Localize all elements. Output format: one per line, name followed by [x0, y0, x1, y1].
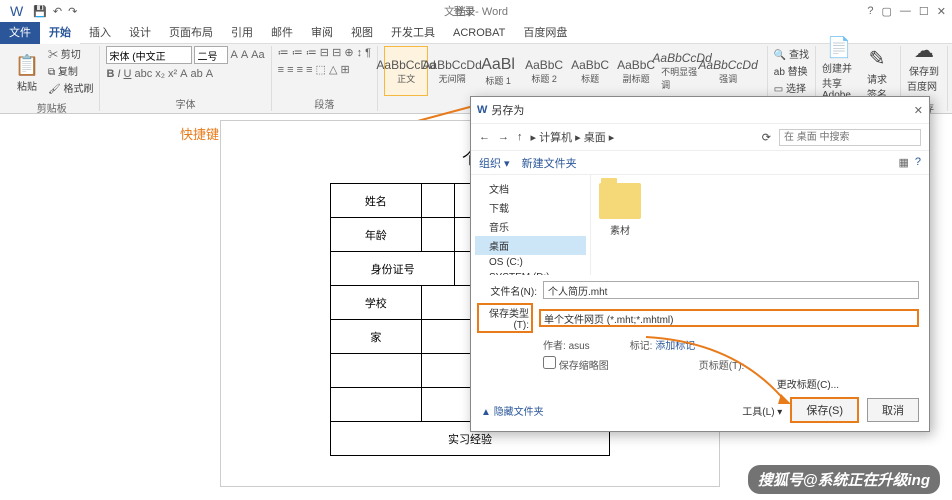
dialog-title: 另存为: [491, 102, 524, 118]
nav-up-icon[interactable]: ↑: [517, 131, 523, 143]
word-icon: W: [10, 3, 23, 19]
nav-fwd-icon[interactable]: →: [498, 131, 509, 143]
filetype-label: 保存类型(T):: [477, 303, 533, 333]
document-title: 文档1 - Word: [444, 3, 508, 19]
folder-icon: [599, 183, 641, 219]
tab-netdisk[interactable]: 百度网盘: [514, 22, 576, 44]
close-icon[interactable]: ✕: [937, 5, 946, 18]
save-button[interactable]: 保存(S): [790, 397, 859, 423]
find-button[interactable]: 🔍 查找: [774, 46, 809, 61]
new-folder-button[interactable]: 新建文件夹: [522, 155, 577, 171]
organize-menu[interactable]: 组织 ▾: [479, 155, 510, 171]
tab-insert[interactable]: 插入: [80, 22, 120, 44]
title-bar: W 💾 ↶ ↷ 文档1 - Word 登录 ? ▢ — ☐ ✕: [0, 0, 952, 22]
para-row2[interactable]: ≡ ≡ ≡ ≡ ⬚ △ ⊞: [278, 63, 350, 76]
watermark: 搜狐号@系统正在升级ing: [748, 465, 940, 494]
file-pane[interactable]: 素材: [591, 175, 929, 275]
help-icon[interactable]: ?: [915, 156, 921, 169]
refresh-icon[interactable]: ⟳: [762, 131, 771, 144]
group-para-label: 段落: [278, 96, 371, 111]
change-title-button[interactable]: 更改标题(C)...: [777, 376, 839, 391]
format-painter-button[interactable]: 🖌 格式刷: [48, 80, 93, 95]
ribbon-options-icon[interactable]: ▢: [881, 5, 891, 18]
para-row1[interactable]: ≔ ≔ ≔ ⊟ ⊟ ⊕ ↕ ¶: [278, 46, 371, 59]
copy-button[interactable]: ⧉ 复制: [48, 63, 93, 78]
replace-button[interactable]: ab 替换: [774, 63, 809, 78]
font-format-row[interactable]: B I U abc x₂ x² A ab A: [106, 68, 213, 80]
folder-item[interactable]: 素材: [599, 183, 641, 237]
filename-label: 文件名(N):: [481, 283, 537, 298]
undo-icon[interactable]: ↶: [53, 5, 62, 18]
thumbnail-checkbox[interactable]: 保存缩略图: [543, 356, 609, 372]
add-tag-link[interactable]: 添加标记: [655, 341, 695, 352]
tab-mail[interactable]: 邮件: [262, 22, 302, 44]
save-icon[interactable]: 💾: [33, 5, 47, 18]
minimize-icon[interactable]: —: [900, 5, 911, 18]
hide-folders-link[interactable]: ▲ 隐藏文件夹: [481, 403, 544, 418]
tab-dev[interactable]: 开发工具: [382, 22, 444, 44]
redo-icon[interactable]: ↷: [68, 5, 77, 18]
tab-references[interactable]: 引用: [222, 22, 262, 44]
font-size[interactable]: 二号: [194, 46, 228, 64]
tab-design[interactable]: 设计: [120, 22, 160, 44]
cut-button[interactable]: ✂ 剪切: [48, 46, 93, 61]
tools-menu[interactable]: 工具(L) ▾: [742, 403, 782, 418]
filetype-select[interactable]: 单个文件网页 (*.mht;*.mhtml): [539, 309, 919, 327]
view-icon[interactable]: ▦: [898, 156, 908, 169]
help-icon[interactable]: ?: [867, 5, 873, 18]
search-input[interactable]: [779, 129, 921, 146]
tab-file[interactable]: 文件: [0, 22, 40, 44]
filename-input[interactable]: 个人简历.mht: [543, 281, 919, 299]
maximize-icon[interactable]: ☐: [919, 5, 929, 18]
save-netdisk-button[interactable]: ☁保存到百度网盘: [907, 46, 941, 100]
tab-home[interactable]: 开始: [40, 22, 80, 44]
cancel-button[interactable]: 取消: [867, 398, 919, 422]
word-icon: W: [477, 104, 487, 116]
tab-view[interactable]: 视图: [342, 22, 382, 44]
tab-review[interactable]: 审阅: [302, 22, 342, 44]
tab-acrobat[interactable]: ACROBAT: [444, 22, 514, 44]
ribbon-tabs: 文件 开始 插入 设计 页面布局 引用 邮件 审阅 视图 开发工具 ACROBA…: [0, 22, 952, 44]
tab-layout[interactable]: 页面布局: [160, 22, 222, 44]
quick-access-toolbar[interactable]: 💾 ↶ ↷: [33, 5, 77, 18]
group-font-label: 字体: [106, 96, 264, 111]
font-name[interactable]: 宋体 (中文正: [106, 46, 192, 64]
style-gallery[interactable]: AaBbCcDd正文 AaBbCcDd无间隔 AaBl标题 1 AaBbC标题 …: [384, 46, 750, 96]
dialog-close-icon[interactable]: ✕: [914, 104, 923, 117]
select-button[interactable]: ▭ 选择: [774, 80, 809, 95]
paste-button[interactable]: 📋粘贴: [10, 46, 44, 100]
nav-back-icon[interactable]: ←: [479, 131, 490, 143]
breadcrumb[interactable]: ▸ 计算机 ▸ 桌面 ▸: [531, 129, 615, 145]
folder-tree[interactable]: 文档 下载 音乐 桌面 OS (C:) SYSTEM (D:) TOOL (E:…: [471, 175, 591, 275]
save-as-dialog: W 另存为 ✕ ← → ↑ ▸ 计算机 ▸ 桌面 ▸ ⟳ 组织 ▾ 新建文件夹 …: [470, 96, 930, 432]
create-pdf-button[interactable]: 📄创建并共享Adobe PDF: [822, 46, 856, 100]
group-clipboard-label: 剪贴板: [10, 100, 93, 115]
request-sign-button[interactable]: ✎请求签名: [860, 46, 894, 100]
